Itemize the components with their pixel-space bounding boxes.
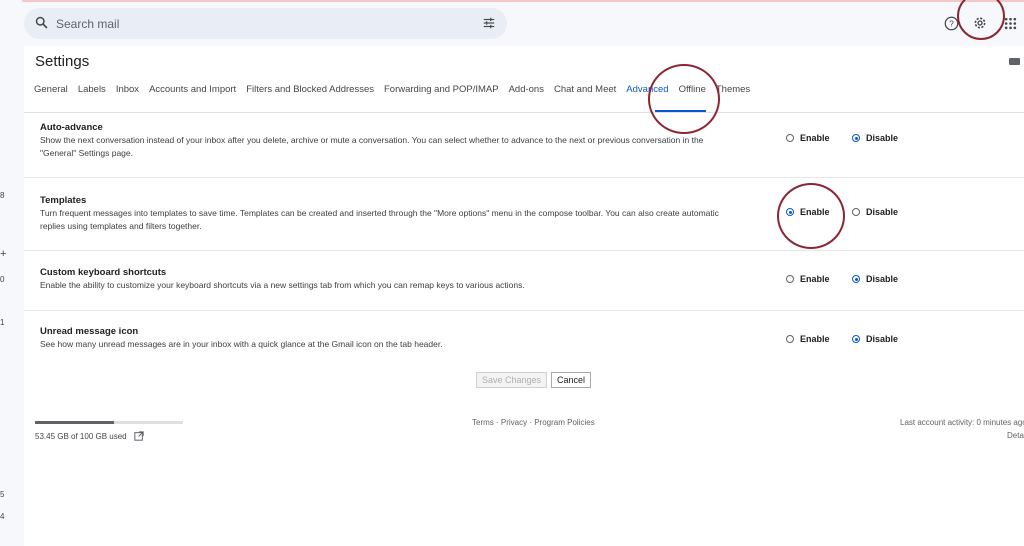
tab-chat-and-meet[interactable]: Chat and Meet <box>554 84 616 95</box>
storage-usage: 53.45 GB of 100 GB used <box>35 431 144 441</box>
last-account-activity: Last account activity: 0 minutes ago <box>900 418 1024 427</box>
unread-icon-disable-radio[interactable]: Disable <box>852 334 898 344</box>
setting-description: Show the next conversation instead of yo… <box>40 135 704 158</box>
radio-circle <box>786 275 794 283</box>
keyboard-icon[interactable] <box>1009 58 1020 65</box>
auto-advance-enable-radio[interactable]: Enable <box>786 133 830 143</box>
open-in-new-icon[interactable] <box>134 431 144 441</box>
radio-label: Enable <box>800 334 830 344</box>
tab-accounts-and-import[interactable]: Accounts and Import <box>149 84 236 95</box>
tab-themes[interactable]: Themes <box>716 84 750 95</box>
left-number: 5 <box>0 490 5 499</box>
radio-label: Enable <box>800 133 830 143</box>
left-strip: 8 + 0 1 5 4 <box>0 0 22 546</box>
storage-bar <box>35 421 183 424</box>
tab-forwarding[interactable]: Forwarding and POP/IMAP <box>384 84 499 95</box>
setting-custom-keyboard-shortcuts: Custom keyboard shortcuts Enable the abi… <box>24 251 1024 311</box>
radio-circle <box>786 134 794 142</box>
radio-label: Enable <box>800 274 830 284</box>
search-options-icon[interactable] <box>482 16 496 35</box>
left-number: + <box>0 248 7 260</box>
auto-advance-disable-radio[interactable]: Disable <box>852 133 898 143</box>
setting-auto-advance: Auto-advance Show the next conversation … <box>24 113 1024 178</box>
templates-disable-radio[interactable]: Disable <box>852 207 898 217</box>
left-number: 0 <box>0 275 5 284</box>
tab-general[interactable]: General <box>34 84 68 95</box>
radio-label: Enable <box>800 207 830 217</box>
radio-label: Disable <box>866 207 899 217</box>
tab-labels[interactable]: Labels <box>78 84 106 95</box>
setting-title: Custom keyboard shortcuts <box>40 267 167 278</box>
setting-description: See how many unread messages are in your… <box>40 339 443 349</box>
svg-text:?: ? <box>949 20 954 29</box>
top-border <box>0 0 1024 2</box>
left-number: 8 <box>0 191 5 200</box>
left-number: 1 <box>0 318 5 327</box>
page-title: Settings <box>35 53 90 70</box>
settings-panel: Settings General Labels Inbox Accounts a… <box>24 46 1024 546</box>
footer-links[interactable]: Terms · Privacy · Program Policies <box>472 418 595 427</box>
radio-circle <box>852 208 860 216</box>
setting-unread-message-icon: Unread message icon See how many unread … <box>24 311 1024 361</box>
radio-circle <box>852 275 860 283</box>
radio-label: Disable <box>866 133 899 143</box>
setting-title: Templates <box>40 195 87 206</box>
tab-add-ons[interactable]: Add-ons <box>509 84 544 95</box>
tab-offline[interactable]: Offline <box>679 84 706 95</box>
tab-filters[interactable]: Filters and Blocked Addresses <box>246 84 374 95</box>
tab-advanced[interactable]: Advanced <box>626 84 668 95</box>
setting-title: Unread message icon <box>40 326 139 337</box>
storage-usage-text: 53.45 GB of 100 GB used <box>35 432 127 441</box>
settings-tabs: General Labels Inbox Accounts and Import… <box>34 84 750 95</box>
help-icon[interactable]: ? <box>944 16 959 36</box>
radio-circle <box>852 134 860 142</box>
radio-label: Disable <box>866 334 899 344</box>
save-changes-button[interactable]: Save Changes <box>476 372 548 388</box>
search-icon[interactable] <box>34 15 49 35</box>
storage-bar-fill <box>35 421 115 424</box>
setting-title: Auto-advance <box>40 122 103 133</box>
left-number: 4 <box>0 512 5 521</box>
search-input[interactable] <box>54 15 458 33</box>
radio-circle <box>852 335 860 343</box>
setting-description: Enable the ability to customize your key… <box>40 280 525 290</box>
radio-label: Disable <box>866 274 899 284</box>
radio-circle <box>786 335 794 343</box>
shortcuts-disable-radio[interactable]: Disable <box>852 274 898 284</box>
details-link[interactable]: Deta <box>1007 431 1024 440</box>
tab-inbox[interactable]: Inbox <box>116 84 139 95</box>
apps-icon[interactable] <box>1004 17 1017 35</box>
cancel-button[interactable]: Cancel <box>551 372 592 388</box>
shortcuts-enable-radio[interactable]: Enable <box>786 274 830 284</box>
templates-enable-radio[interactable]: Enable <box>786 207 830 217</box>
unread-icon-enable-radio[interactable]: Enable <box>786 334 830 344</box>
radio-circle <box>786 208 794 216</box>
search-bar <box>24 8 507 39</box>
setting-description: Turn frequent messages into templates to… <box>40 208 719 231</box>
setting-templates: Templates Turn frequent messages into te… <box>24 178 1024 251</box>
gear-icon[interactable] <box>972 15 988 36</box>
